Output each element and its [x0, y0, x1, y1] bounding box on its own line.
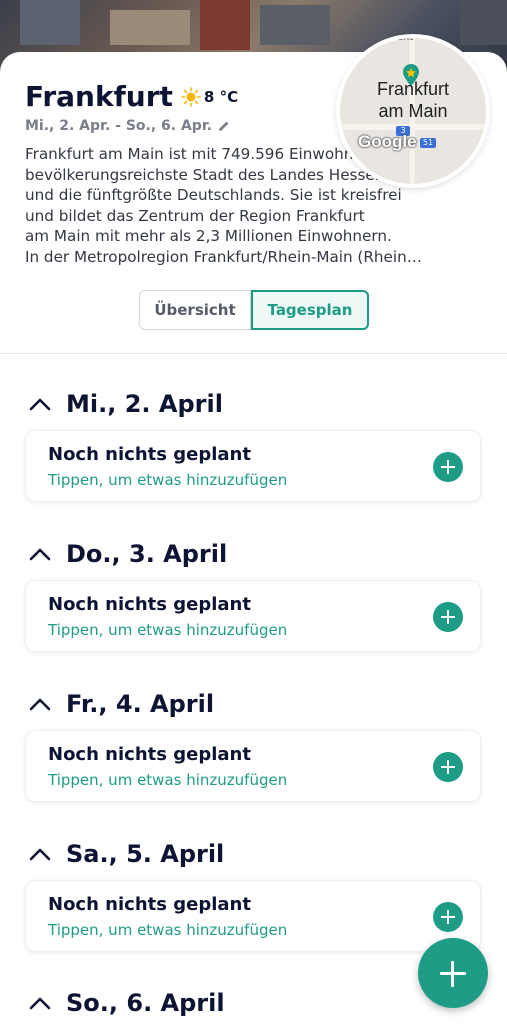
- add-plus-icon[interactable]: [433, 602, 463, 632]
- chevron-up-icon[interactable]: [28, 546, 52, 562]
- chevron-up-icon[interactable]: [28, 995, 52, 1011]
- empty-day-card[interactable]: Noch nichts geplant Tippen, um etwas hin…: [25, 430, 481, 502]
- empty-day-card[interactable]: Noch nichts geplant Tippen, um etwas hin…: [25, 880, 481, 952]
- date-range-row[interactable]: Mi., 2. Apr. - So., 6. Apr.: [25, 118, 230, 134]
- day-title: So., 6. April: [66, 989, 225, 1017]
- day-header[interactable]: Do., 3. April: [28, 540, 227, 568]
- date-range[interactable]: Mi., 2. Apr. - So., 6. Apr.: [25, 118, 212, 134]
- chevron-up-icon[interactable]: [28, 846, 52, 862]
- empty-day-card[interactable]: Noch nichts geplant Tippen, um etwas hin…: [25, 730, 481, 802]
- map-thumbnail[interactable]: Car Rent Frankfurt am Main 3 51 Google: [336, 34, 490, 188]
- card-hint: Tippen, um etwas hinzuzufügen: [48, 621, 288, 639]
- chevron-up-icon[interactable]: [28, 696, 52, 712]
- day-title: Do., 3. April: [66, 540, 228, 568]
- trip-sheet: Car Rent Frankfurt am Main 3 51 Google F…: [0, 34, 507, 1032]
- google-logo: Google: [358, 132, 417, 151]
- tab-uebersicht[interactable]: Übersicht: [139, 290, 251, 330]
- title-row: Frankfurt 8 °C: [25, 80, 238, 113]
- day-header[interactable]: Fr., 4. April: [28, 690, 214, 718]
- city-title: Frankfurt: [25, 80, 173, 113]
- card-hint: Tippen, um etwas hinzuzufügen: [48, 921, 288, 939]
- chevron-up-icon[interactable]: [28, 396, 52, 412]
- day-header[interactable]: Sa., 5. April: [28, 840, 224, 868]
- card-hint: Tippen, um etwas hinzuzufügen: [48, 471, 288, 489]
- divider: [0, 353, 507, 354]
- card-hint: Tippen, um etwas hinzuzufügen: [48, 771, 288, 789]
- day-header[interactable]: Mi., 2. April: [28, 390, 223, 418]
- sun-icon: [181, 86, 201, 107]
- day-title: Mi., 2. April: [66, 390, 223, 418]
- card-title: Noch nichts geplant: [48, 894, 251, 915]
- day-header[interactable]: So., 6. April: [28, 989, 225, 1017]
- empty-day-card[interactable]: Noch nichts geplant Tippen, um etwas hin…: [25, 580, 481, 652]
- day-title: Fr., 4. April: [66, 690, 215, 718]
- road-shield: 51: [420, 138, 436, 148]
- day-title: Sa., 5. April: [66, 840, 225, 868]
- view-toggle: Übersicht Tagesplan: [139, 290, 369, 330]
- map-city-label: Frankfurt am Main: [376, 79, 450, 121]
- edit-pencil-icon[interactable]: [218, 120, 230, 132]
- add-fab-button[interactable]: [418, 938, 488, 1008]
- add-plus-icon[interactable]: [433, 752, 463, 782]
- add-plus-icon[interactable]: [433, 452, 463, 482]
- card-title: Noch nichts geplant: [48, 744, 251, 765]
- card-title: Noch nichts geplant: [48, 594, 251, 615]
- add-plus-icon[interactable]: [433, 902, 463, 932]
- tab-tagesplan[interactable]: Tagesplan: [251, 290, 369, 330]
- temperature: 8 °C: [203, 87, 239, 106]
- card-title: Noch nichts geplant: [48, 444, 251, 465]
